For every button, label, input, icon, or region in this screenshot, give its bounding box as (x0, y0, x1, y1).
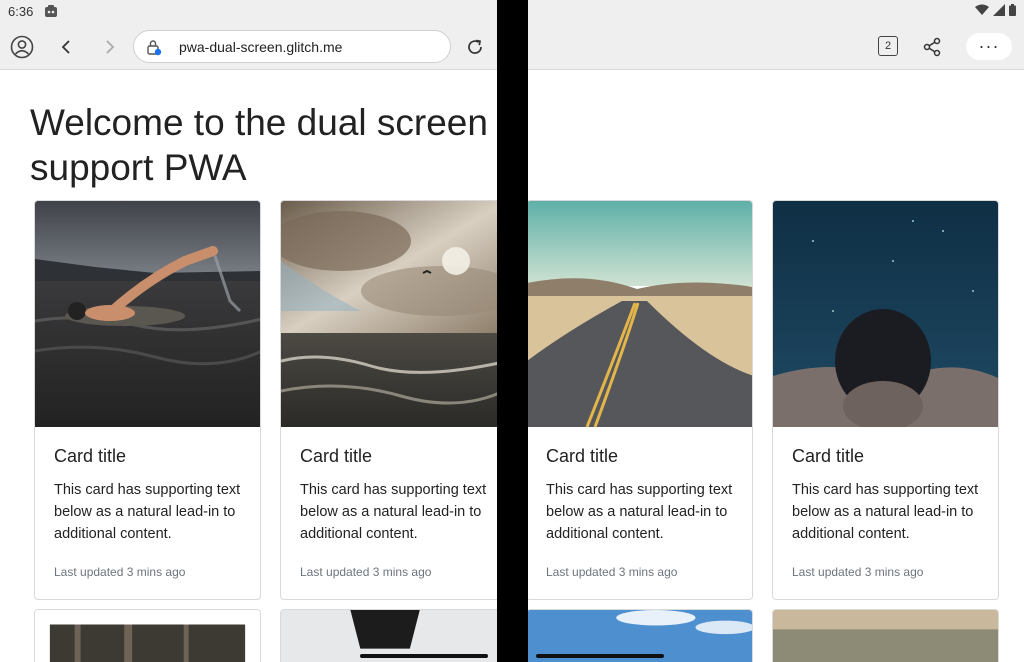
card-body: Card title This card has supporting text… (792, 446, 987, 545)
status-time: 6:36 (8, 4, 34, 19)
card-title: Card title (300, 446, 373, 466)
card-meta: Last updated 3 mins ago (546, 565, 678, 579)
reload-button[interactable] (461, 33, 489, 61)
notification-icon (45, 5, 57, 17)
back-arrow-icon (61, 40, 70, 54)
forward-button[interactable] (96, 33, 124, 61)
card-text: This card has supporting text below as a… (792, 482, 979, 542)
card-image-swimmer (35, 201, 260, 427)
reload-icon (468, 39, 482, 54)
card-text: This card has supporting text below as a… (54, 482, 241, 542)
wifi-icon (975, 4, 989, 15)
forward-arrow-icon (106, 40, 115, 54)
profile-button[interactable] (8, 33, 36, 61)
share-button[interactable] (918, 33, 946, 61)
card-image-underwater-person (773, 201, 998, 427)
tab-count-button[interactable]: 2 (878, 36, 898, 56)
gesture-bar-left[interactable] (360, 654, 488, 658)
site-security-icon (147, 40, 162, 56)
screen-hinge (497, 0, 528, 662)
card: Card title This card has supporting text… (526, 200, 753, 600)
share-icon (923, 37, 941, 57)
card-title: Card title (546, 446, 619, 466)
gesture-bar-right[interactable] (536, 654, 664, 658)
card: Card title This card has supporting text… (772, 200, 999, 600)
status-icons (975, 4, 1016, 16)
card-image-desert-road (527, 201, 752, 427)
card-meta: Last updated 3 mins ago (54, 565, 186, 579)
card-partial-ground (772, 609, 999, 662)
card: Card title This card has supporting text… (280, 200, 507, 600)
card-text: This card has supporting text below as a… (546, 482, 733, 542)
card-title: Card title (792, 446, 865, 466)
card-title: Card title (54, 446, 127, 466)
card-body: Card title This card has supporting text… (546, 446, 741, 545)
card-body: Card title This card has supporting text… (54, 446, 249, 545)
card-meta: Last updated 3 mins ago (300, 565, 432, 579)
page-title: Welcome to the dual screen support PWA (30, 102, 488, 188)
card-meta: Last updated 3 mins ago (792, 565, 924, 579)
url-text: pwa-dual-screen.glitch.me (179, 39, 343, 55)
address-bar[interactable]: pwa-dual-screen.glitch.me (133, 30, 451, 63)
card-body: Card title This card has supporting text… (300, 446, 495, 545)
card-partial-forest (34, 609, 261, 662)
profile-icon (10, 35, 34, 59)
card-text: This card has supporting text below as a… (300, 482, 487, 542)
card: Card title This card has supporting text… (34, 200, 261, 600)
signal-icon (993, 4, 1005, 16)
card-image-sea-clouds (281, 201, 506, 427)
battery-icon (1009, 4, 1016, 16)
more-menu-button[interactable]: ··· (966, 33, 1012, 60)
back-button[interactable] (52, 33, 80, 61)
